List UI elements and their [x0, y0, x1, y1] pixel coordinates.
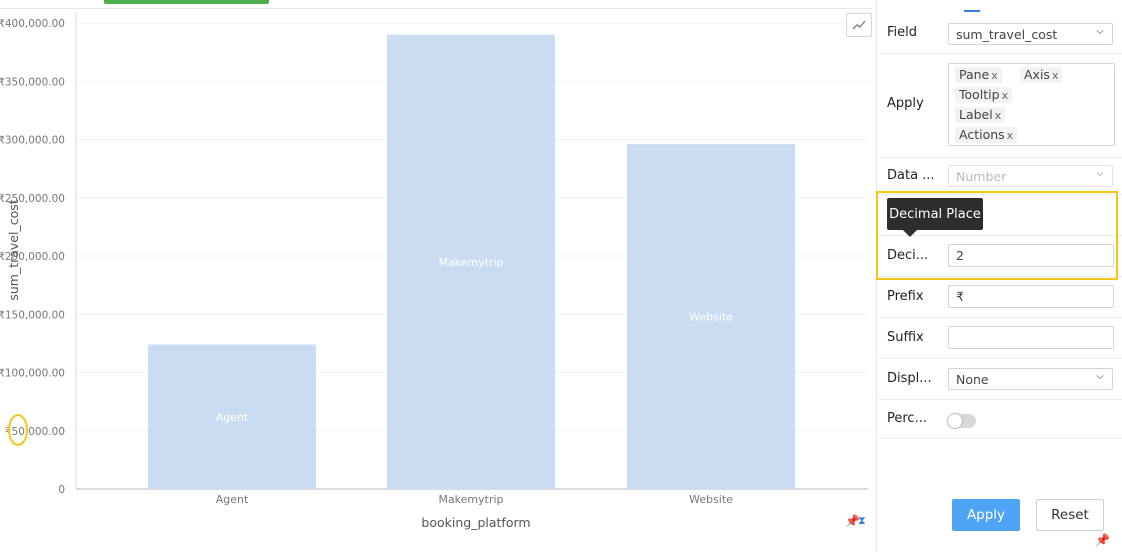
decimal-place-tooltip: Decimal Place — [887, 198, 983, 230]
pin-icon[interactable]: 📌 — [1095, 533, 1110, 547]
chip-label: Tooltip — [959, 87, 1000, 102]
chip-remove-icon[interactable]: x — [995, 109, 1002, 122]
chip-tooltip: Tooltip x — [955, 87, 1013, 103]
field-label: Field — [887, 25, 918, 40]
display-row: Displ... None — [878, 359, 1122, 400]
bar-data-label: Makemytrip — [438, 256, 503, 269]
chip-label: Pane — [959, 67, 990, 82]
suffix-row: Suffix — [878, 318, 1122, 359]
y-axis-title: sum_travel_cost — [6, 199, 21, 300]
bar-data-label: Website — [689, 311, 733, 324]
toggle-knob — [948, 414, 962, 428]
y-tick-label: ₹400,000.00 — [0, 18, 65, 30]
prefix-input-value: ₹ — [956, 289, 964, 304]
panel-tab-indicator — [964, 10, 980, 12]
trend-line-icon — [852, 20, 866, 30]
apply-multiselect[interactable]: Pane x Axis x Tooltip x Label x Actions x — [948, 63, 1115, 146]
chip-label: Axis — [1024, 67, 1050, 82]
chip-remove-icon[interactable]: x — [1002, 89, 1009, 102]
display-select-value: None — [956, 372, 989, 387]
y-tick-label: ₹300,000.00 — [0, 135, 65, 147]
display-label: Displ... — [887, 371, 932, 386]
field-select[interactable]: sum_travel_cost — [948, 23, 1113, 45]
percent-row: Perc... — [878, 400, 1122, 439]
chevron-down-icon — [1096, 172, 1104, 177]
chip-label: Label — [959, 107, 993, 122]
y-tick-label: ₹150,000.00 — [0, 309, 65, 321]
x-tick-label: Website — [689, 493, 733, 506]
chip-label: Actions — [959, 127, 1005, 142]
apply-button[interactable]: Apply — [952, 499, 1020, 531]
chevron-down-icon — [1096, 375, 1104, 380]
axis-tick-highlight — [8, 414, 28, 446]
display-select[interactable]: None — [948, 368, 1113, 390]
chip-axis: Axis x — [1020, 67, 1063, 83]
suffix-label: Suffix — [887, 330, 924, 345]
x-tick-label: Makemytrip — [438, 493, 503, 506]
trend-toggle-button[interactable] — [846, 13, 872, 37]
field-select-value: sum_travel_cost — [956, 27, 1058, 42]
chip-pane: Pane x — [955, 67, 1002, 83]
data-type-label: Data ... — [887, 168, 935, 183]
y-tick-label: ₹100,000.00 — [0, 368, 65, 380]
data-type-row: Data ... Number — [878, 158, 1122, 195]
bar-data-label: Agent — [216, 411, 249, 424]
prefix-label: Prefix — [887, 289, 924, 304]
chevron-down-icon — [1096, 30, 1104, 35]
chip-actions: Actions x — [955, 127, 1018, 143]
data-type-value: Number — [956, 169, 1007, 184]
chip-remove-icon[interactable]: x — [1007, 129, 1014, 142]
prefix-input[interactable]: ₹ — [948, 285, 1114, 308]
bar-chart: 0₹50,000.00₹100,000.00₹150,000.00₹200,00… — [0, 12, 868, 530]
percent-toggle[interactable] — [948, 414, 976, 428]
apply-label: Apply — [887, 96, 924, 111]
reset-button[interactable]: Reset — [1036, 499, 1104, 531]
tooltip-arrow — [903, 230, 917, 237]
prefix-row: Prefix ₹ — [878, 277, 1122, 318]
hourglass-icon[interactable]: ⧗ — [858, 514, 866, 528]
y-tick-label: ₹350,000.00 — [0, 76, 65, 88]
x-tick-label: Agent — [216, 493, 249, 506]
chip-label: Label x — [955, 107, 1006, 123]
data-type-select[interactable]: Number — [948, 165, 1113, 187]
suffix-input[interactable] — [948, 326, 1114, 349]
chip-remove-icon[interactable]: x — [991, 69, 998, 82]
x-axis-title: booking_platform — [421, 515, 530, 530]
field-row: Field sum_travel_cost — [878, 14, 1122, 54]
chip-remove-icon[interactable]: x — [1052, 69, 1059, 82]
y-tick-label: 0 — [58, 484, 65, 496]
chart-panel: 0 ₹50,000.00 ₹100,000.00 ₹150,000.00 ₹200,00… — [0, 0, 872, 552]
percent-label: Perc... — [887, 411, 927, 426]
